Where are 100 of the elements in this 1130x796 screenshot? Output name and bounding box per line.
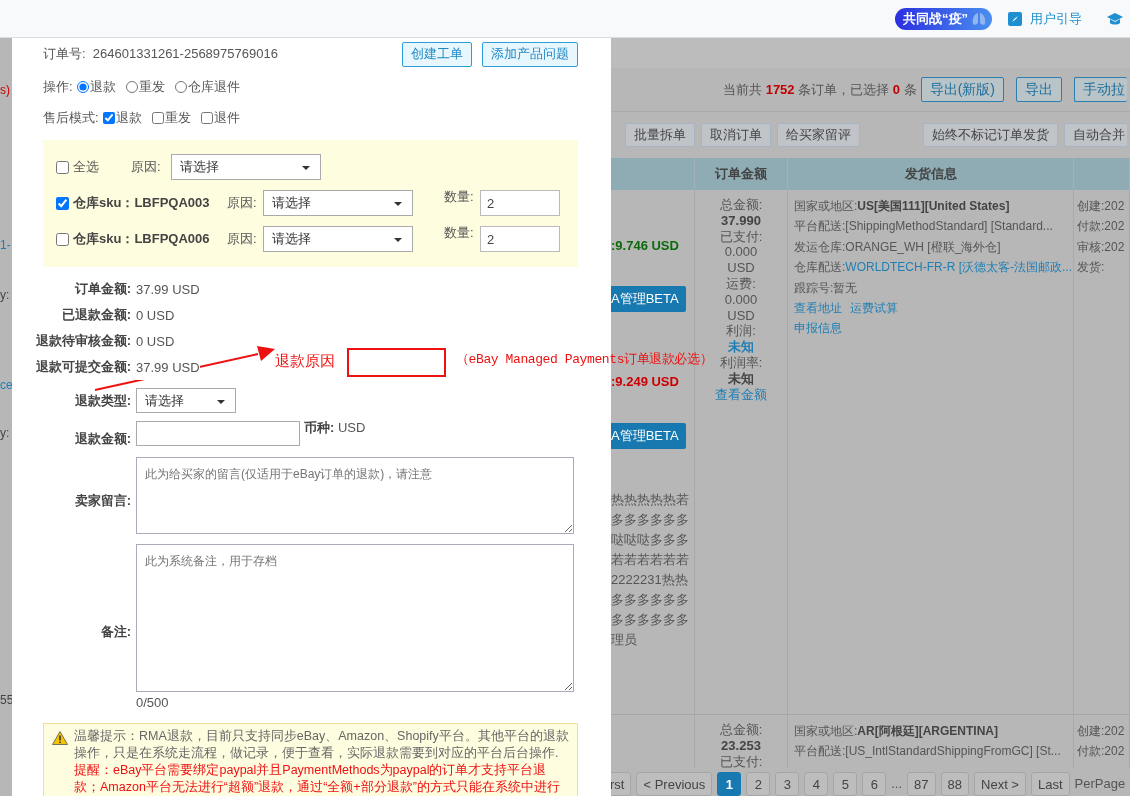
action-button[interactable]: 取消订单 (701, 123, 771, 147)
date-line: 创建:202 (1077, 198, 1126, 215)
currency-text: 币种: USD (304, 419, 366, 437)
checkbox-label: 退款 (115, 109, 142, 127)
page-button[interactable]: rst (611, 772, 632, 796)
sku-label: 仓库sku：LBFPQA003 (73, 194, 211, 212)
shipping-line: 国家或地区:US[美国111][United States] (794, 198, 1011, 215)
cell-text: :9.746 USD (611, 238, 680, 254)
cell-text: 运费: (726, 276, 756, 292)
export-button[interactable]: 手动拉 (1074, 77, 1127, 102)
radio-button[interactable] (174, 81, 187, 93)
action-button[interactable]: 批量拆单 (625, 123, 695, 147)
sku-label: 仓库sku：LBFPQA006 (73, 230, 211, 248)
cell-text: 已支付: (719, 228, 763, 245)
character-counter: 0/500 (136, 695, 169, 710)
cell-text: USD (727, 260, 755, 276)
column-header: 订单金额 (695, 158, 788, 190)
column-header: 发货信息 (788, 158, 1074, 190)
cell-text: 哒哒哒多多多 (611, 531, 686, 549)
caret-icon (302, 166, 310, 170)
action-button[interactable]: 自动合并 (1064, 123, 1127, 147)
radio-label: 重发 (138, 78, 165, 96)
cell-text: 23.253 (721, 737, 761, 754)
page-button[interactable]: 5 (833, 772, 858, 796)
field-label: 原因: (227, 194, 258, 212)
cell-text: 利润: (726, 323, 756, 340)
cell-text: 多多多多多多 (611, 511, 686, 529)
page-button[interactable]: < Previous (636, 772, 713, 796)
cell-text: 理员 (611, 631, 638, 649)
checkbox[interactable] (200, 112, 213, 124)
campaign-badge[interactable]: 共同战“疫” (895, 7, 992, 30)
field-label: 售后模式: (43, 109, 99, 127)
graduation-cap-icon[interactable] (1106, 11, 1124, 26)
page-button[interactable]: Next > (974, 772, 1026, 796)
checkbox[interactable] (56, 196, 69, 210)
page-button[interactable]: 6 (862, 772, 887, 796)
action-button[interactable]: 始终不标记订单发货 (923, 123, 1058, 147)
cell-text: 未知 (728, 339, 754, 355)
cell-text: 利润率: (719, 354, 763, 371)
reason-select[interactable]: 请选择 (263, 226, 413, 252)
date-line: 付款:202 (1077, 218, 1126, 236)
field-label: 数量: (444, 224, 475, 242)
cut-text: y: (0, 288, 11, 302)
caret-icon (394, 202, 402, 206)
date-line: 审核:202 (1077, 238, 1126, 256)
page-button[interactable]: 4 (804, 772, 829, 796)
shipping-line: 国家或地区:AR[阿根廷][ARGENTINA] (794, 723, 999, 740)
field-label: 订单金额: (73, 280, 131, 298)
page-button[interactable]: 1 (717, 772, 742, 796)
rma-menu-button[interactable]: A管理BETA (611, 423, 686, 449)
cell-text: 总金额: (719, 197, 763, 213)
checkbox[interactable] (151, 112, 164, 124)
date-line: 创建:202 (1077, 723, 1126, 740)
checkbox[interactable] (56, 160, 69, 174)
shipping-line: 跟踪号:暂无 (794, 279, 859, 297)
radio-label: 仓库退件 (187, 78, 240, 96)
cut-text: ce (0, 378, 12, 392)
caret-icon (217, 400, 225, 404)
cut-text: s) (0, 83, 11, 97)
date-line: 付款:202 (1077, 743, 1126, 761)
notice-text: 温馨提示：RMA退款，目前只支持同步eBay、Amazon、Shopify平台。其他平台的退款操作，只是在系统走流程，做记录，便于查看，实际退款需要到对应的平台后台操作. (74, 728, 569, 762)
page-button[interactable]: 3 (775, 772, 800, 796)
top-link[interactable]: 用户引导 (1030, 9, 1082, 28)
shipping-line: 平台配送:[US_IntlStandardShippingFromGC] [St... (794, 743, 1062, 761)
seller-message-field[interactable]: 此为给买家的留言(仅适用于eBay订单的退款)，请注意 (136, 457, 574, 534)
field-label: 已退款金额: (60, 306, 131, 324)
action-button[interactable]: 给买家留评 (777, 123, 860, 147)
cell-text: 2222231热热 (611, 571, 686, 589)
compass-icon[interactable] (1008, 11, 1022, 26)
reason-select[interactable]: 请选择 (171, 154, 321, 180)
radio-button[interactable] (76, 81, 89, 93)
annotation-note: （eBay Managed Payments订单退款必选） (456, 351, 713, 369)
page-button[interactable]: 87 (907, 772, 936, 796)
checkbox-label: 重发 (164, 109, 191, 127)
page-button[interactable]: 88 (940, 772, 970, 796)
export-button[interactable]: 导出(新版) (920, 77, 1004, 102)
quantity-field[interactable]: 2 (480, 226, 560, 252)
dialog-button[interactable]: 创建工单 (402, 41, 472, 67)
checkbox-label: 退件 (213, 109, 240, 127)
quantity-field[interactable]: 2 (480, 190, 560, 216)
remark-field[interactable]: 此为系统备注，用于存档 (136, 544, 574, 692)
field-label: 原因: (227, 230, 258, 248)
checkbox[interactable] (102, 112, 115, 124)
checkbox[interactable] (56, 232, 69, 246)
cell-text: 多多多多多多 (611, 591, 686, 609)
field-label: 备注: (99, 622, 131, 641)
shipping-line: 发运仓库:ORANGE_WH [橙联_海外仓] (794, 238, 1002, 256)
checkbox-label: 全选 (73, 158, 100, 176)
refund-type-select[interactable]: 请选择 (136, 388, 236, 413)
rma-menu-button[interactable]: A管理BETA (611, 286, 686, 312)
page-button[interactable]: Last (1030, 772, 1070, 796)
cut-text: y: (0, 426, 11, 440)
refund-amount-field[interactable] (136, 421, 300, 446)
export-button[interactable]: 导出 (1016, 77, 1062, 102)
reason-select[interactable]: 请选择 (263, 190, 413, 216)
radio-button[interactable] (125, 81, 138, 93)
page-button[interactable]: 2 (746, 772, 771, 796)
cell-text: :9.249 USD (611, 374, 680, 390)
radio-label: 退款 (89, 78, 116, 96)
dialog-button[interactable]: 添加产品问题 (482, 41, 578, 67)
